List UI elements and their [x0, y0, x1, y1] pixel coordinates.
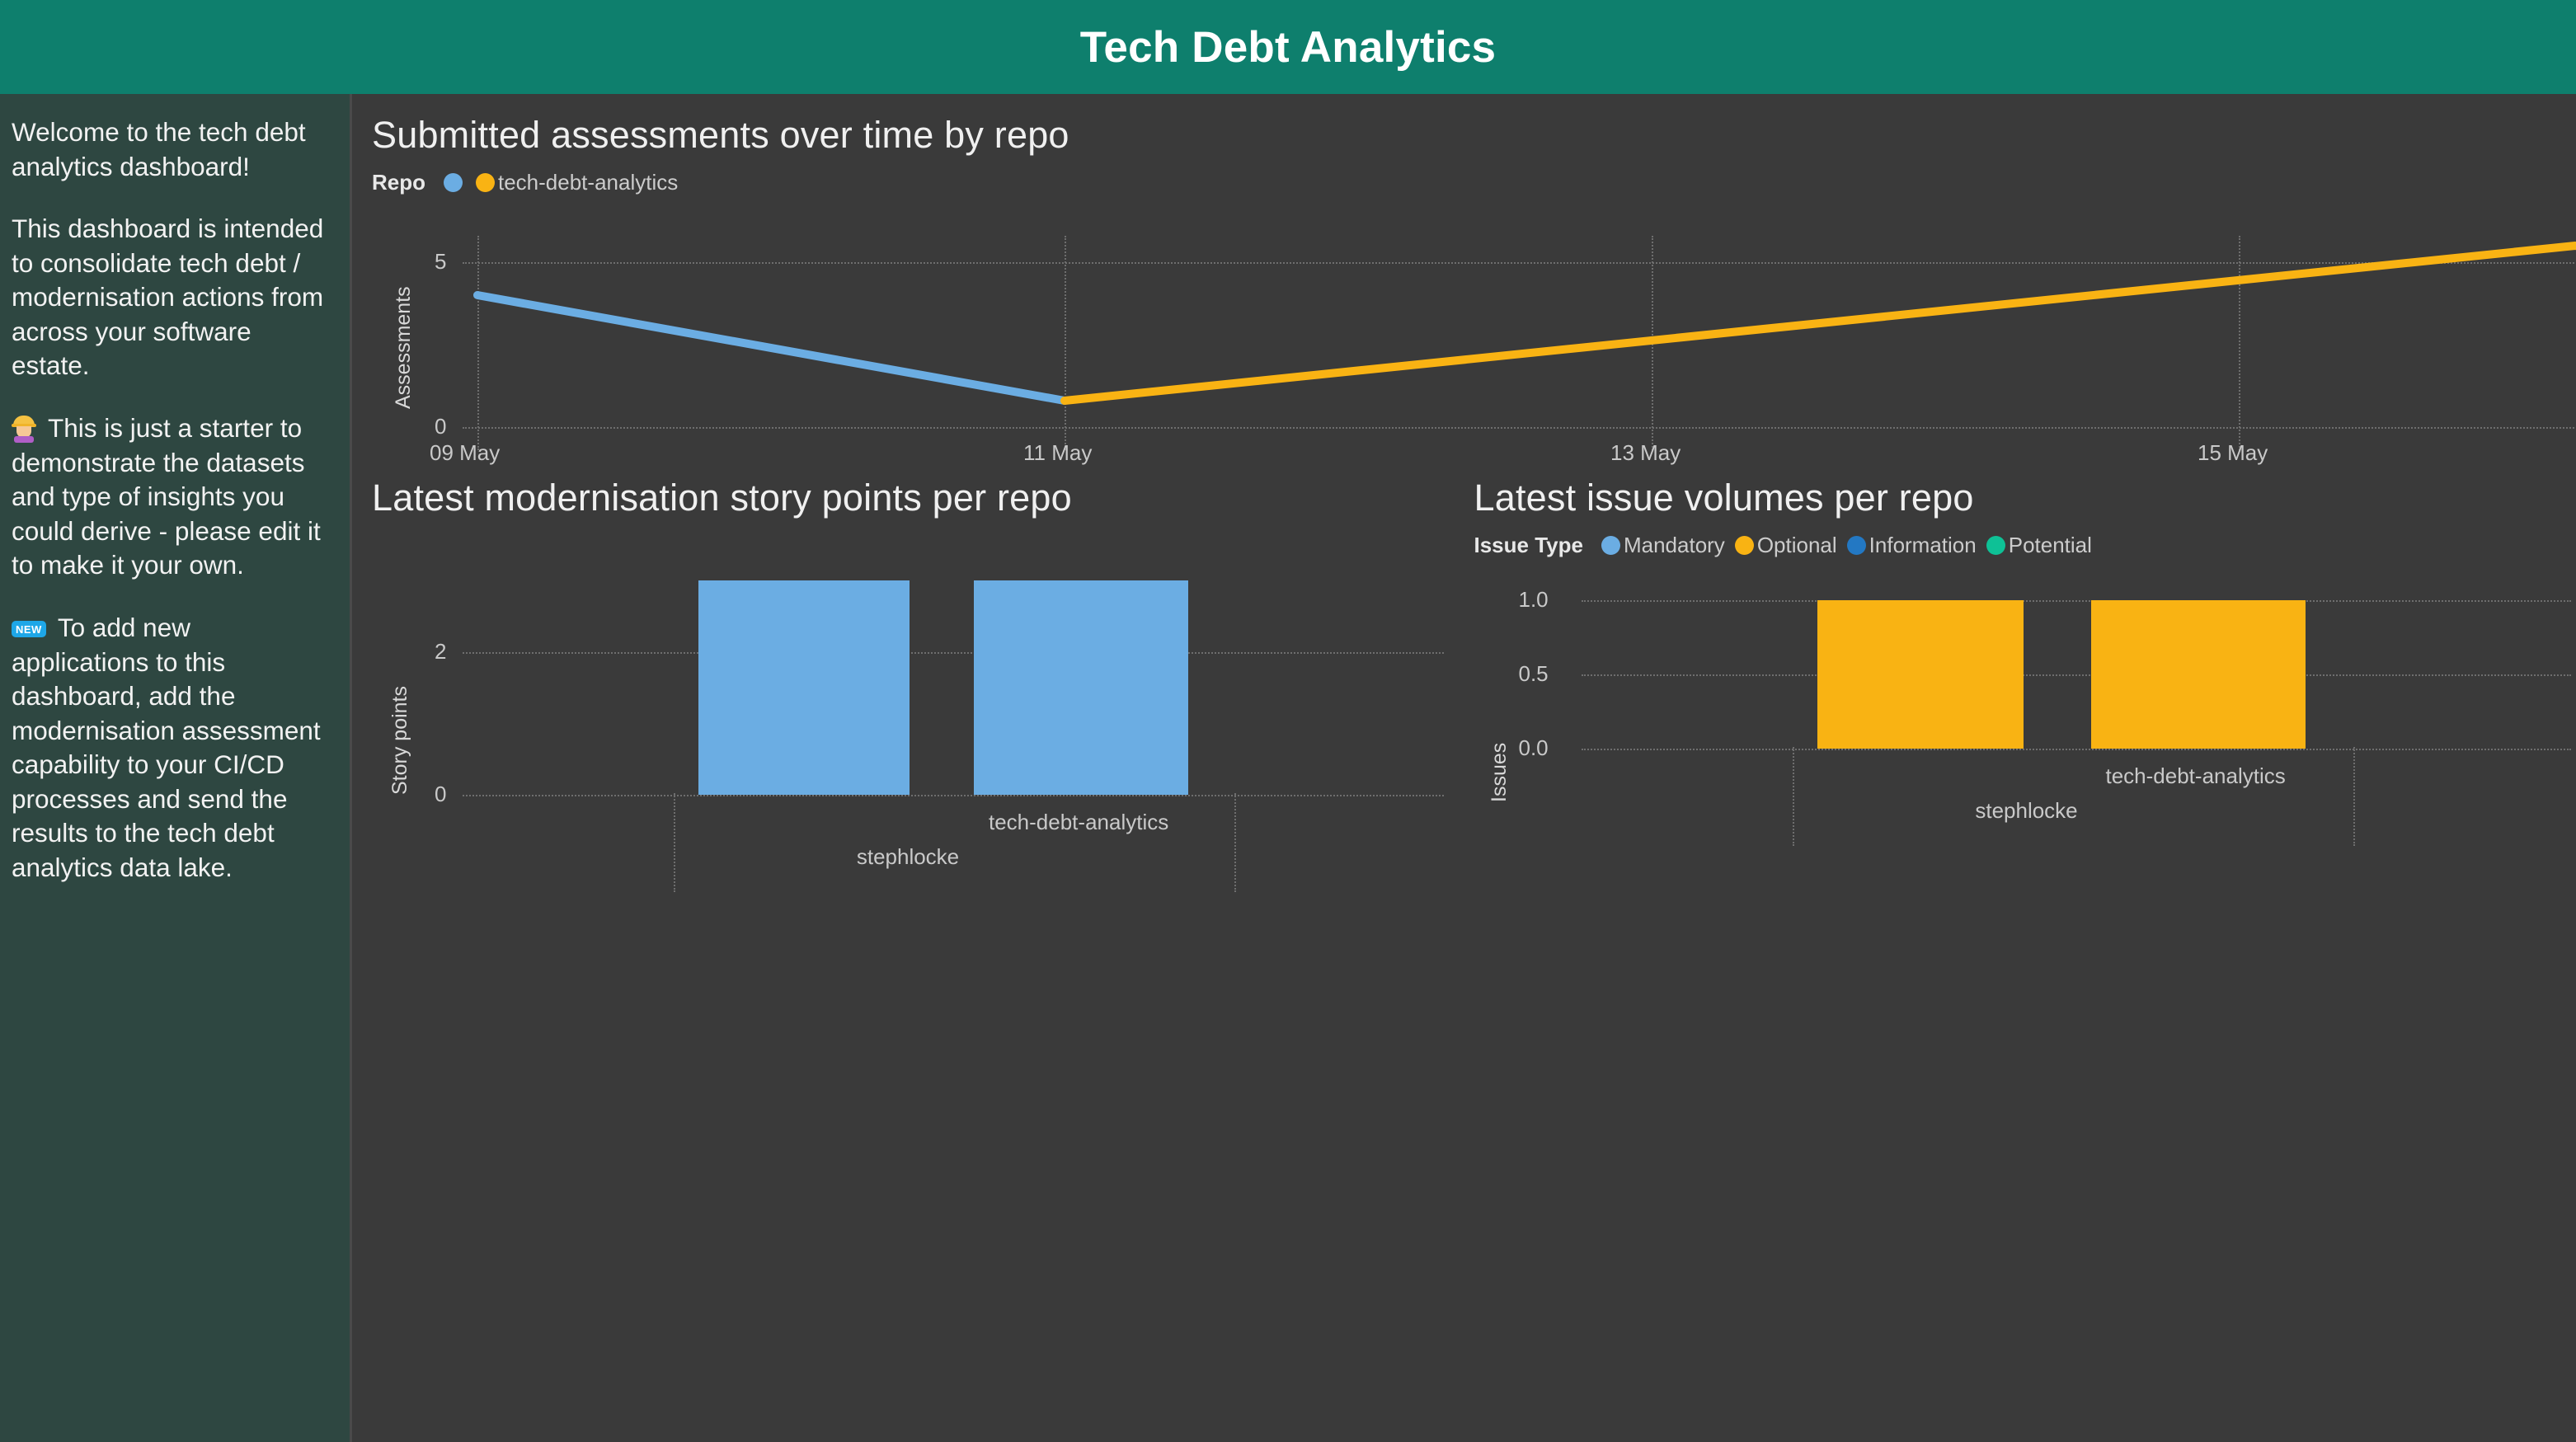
- issue-type-legend-item-information[interactable]: Information: [1846, 532, 1983, 558]
- issue-type-legend-title: Issue Type: [1474, 532, 1583, 557]
- story-points-bar-1[interactable]: [974, 580, 1188, 795]
- story-points-bar-chart[interactable]: Story points 2 0 tech-debt-analytics ste…: [372, 547, 1474, 894]
- story-points-chart-title: Latest modernisation story points per re…: [372, 477, 1072, 519]
- story-points-ytick-2: 2: [435, 639, 447, 664]
- legend-swatch-icon: [1601, 535, 1620, 555]
- dashboard-body: Welcome to the tech debt analytics dashb…: [0, 94, 2576, 1442]
- issue-volumes-y-axis-title: Issues: [1487, 742, 1511, 802]
- issue-volumes-bar-1[interactable]: [2090, 600, 2306, 749]
- gridline-x-group-left: [674, 793, 675, 892]
- gridline-y05: [1581, 674, 2571, 676]
- gridline-y1: [1581, 600, 2571, 602]
- issue-type-legend-item-optional[interactable]: Optional: [1734, 532, 1844, 558]
- issue-volumes-xtick-group: stephlocke: [1975, 798, 2078, 823]
- gridline-x-group-right: [1234, 793, 1236, 892]
- series-line-blue: [473, 291, 1069, 405]
- gridline-x-group-right: [2353, 747, 2355, 846]
- assessments-line-series: [473, 242, 2576, 405]
- issue-type-legend-item-mandatory[interactable]: Mandatory: [1601, 533, 1732, 558]
- series-line-orange: [1060, 242, 2576, 405]
- issue-volumes-bar-chart[interactable]: Issues 1.0 0.5 0.0 tech-debt-analytics s…: [1474, 567, 2576, 914]
- sidebar-paragraph-purpose: This dashboard is intended to consolidat…: [12, 214, 324, 381]
- issue-type-legend-label-information: Information: [1869, 532, 1977, 557]
- repo-legend-label-1: tech-debt-analytics: [498, 169, 679, 195]
- page-title: Tech Debt Analytics: [1079, 22, 1497, 72]
- repo-legend-title: Repo: [372, 169, 425, 195]
- story-points-bar-0[interactable]: [698, 580, 910, 795]
- issue-volumes-ytick-1: 1.0: [1518, 587, 1549, 612]
- assessments-line-chart[interactable]: Assessments 5 0 09 May 11 May 13 May 15 …: [372, 219, 2576, 467]
- construction-worker-icon: [12, 416, 36, 444]
- issue-volumes-panel: Latest issue volumes per repo Issue Type…: [1474, 477, 2576, 914]
- issue-type-legend-label-mandatory: Mandatory: [1623, 532, 1725, 557]
- issue-type-legend-label-potential: Potential: [2008, 532, 2092, 557]
- repo-legend: Repo tech-debt-analytics: [372, 168, 2576, 196]
- issue-volumes-xtick-inner: tech-debt-analytics: [2105, 763, 2286, 788]
- story-points-xtick-group: stephlocke: [856, 844, 960, 869]
- sidebar-paragraph-welcome: Welcome to the tech debt analytics dashb…: [12, 117, 306, 181]
- legend-swatch-icon: [444, 172, 463, 192]
- bottom-charts-row: Latest modernisation story points per re…: [372, 477, 2576, 914]
- sidebar-paragraph-starter-text: This is just a starter to demonstrate th…: [12, 413, 321, 580]
- legend-swatch-icon: [476, 172, 495, 192]
- story-points-panel: Latest modernisation story points per re…: [372, 477, 1474, 914]
- legend-swatch-icon: [1986, 535, 2005, 555]
- sidebar-paragraph-onboarding-text: To add new applications to this dashboar…: [12, 612, 321, 882]
- story-points-y-axis-title: Story points: [388, 685, 411, 795]
- dashboard-root: Tech Debt Analytics Welcome to the tech …: [0, 0, 2576, 1442]
- issue-type-legend-item-potential[interactable]: Potential: [1986, 533, 2099, 558]
- repo-legend-item-0[interactable]: [444, 172, 472, 192]
- issue-type-legend-label-optional: Optional: [1756, 532, 1837, 557]
- gridline-y0: [463, 795, 1444, 796]
- sidebar-paragraph-starter: This is just a starter to demonstrate th…: [12, 411, 333, 583]
- main-content: Submitted assessments over time by repo …: [352, 94, 2576, 1442]
- story-points-ytick-0: 0: [435, 782, 447, 806]
- story-points-xtick-inner: tech-debt-analytics: [989, 810, 1169, 834]
- issue-volumes-ytick-05: 0.5: [1518, 661, 1549, 686]
- gridline-y0: [1581, 749, 2571, 750]
- issue-type-legend: Issue Type Mandatory Optional Informatio…: [1474, 531, 2576, 559]
- app-header: Tech Debt Analytics: [0, 0, 2576, 94]
- assessments-chart-title: Submitted assessments over time by repo: [372, 114, 1069, 156]
- gridline-y2: [463, 652, 1444, 654]
- issue-volumes-ytick-0: 0.0: [1518, 735, 1549, 760]
- assessments-over-time-panel: Submitted assessments over time by repo …: [372, 114, 2576, 468]
- issue-volumes-bar-0[interactable]: [1817, 600, 2024, 749]
- issue-volumes-chart-title: Latest issue volumes per repo: [1474, 477, 1974, 519]
- new-badge-icon: NEW: [12, 620, 46, 637]
- legend-swatch-icon: [1846, 535, 1866, 555]
- repo-legend-item-1[interactable]: tech-debt-analytics: [476, 170, 684, 195]
- legend-swatch-icon: [1734, 535, 1754, 555]
- gridline-x-group-left: [1792, 747, 1794, 846]
- sidebar: Welcome to the tech debt analytics dashb…: [0, 94, 352, 1442]
- sidebar-paragraph-onboarding: NEW To add new applications to this dashb…: [12, 611, 333, 885]
